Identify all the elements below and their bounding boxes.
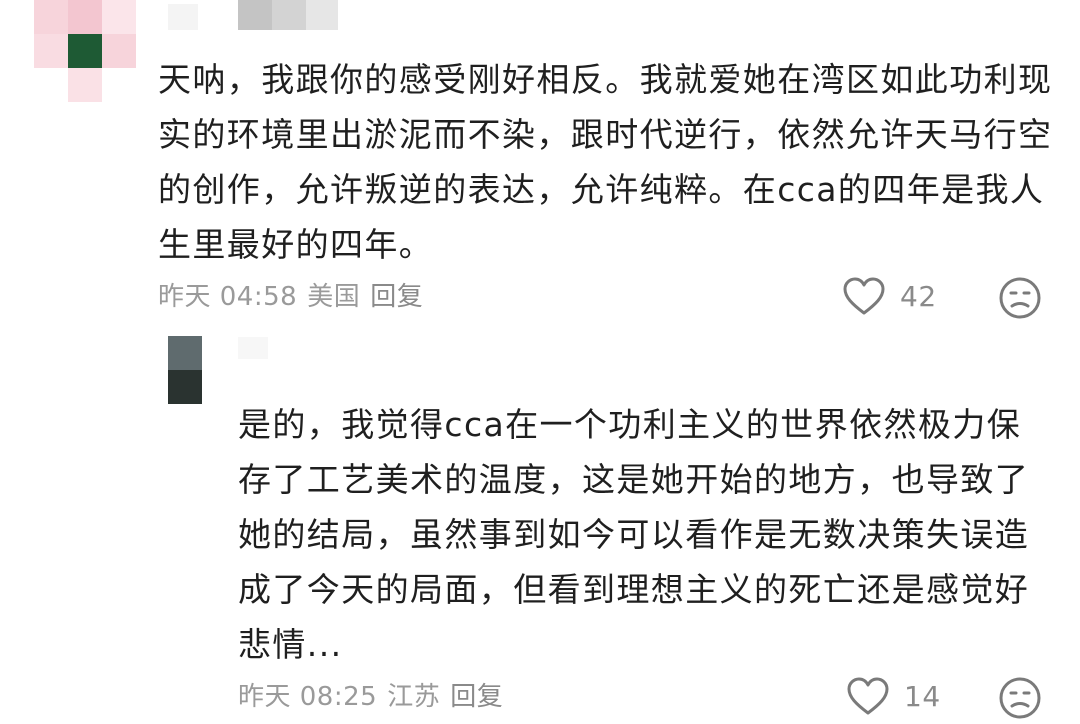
comment-location: 美国 — [307, 282, 361, 312]
comment-meta: 昨天 08:25 江苏 回复 — [238, 676, 503, 713]
avatar-pixel — [102, 34, 136, 68]
heart-outline-icon — [847, 677, 889, 715]
avatar[interactable] — [168, 336, 202, 404]
blur-block — [272, 0, 306, 30]
comment-text: 是的，我觉得cca在一个功利主义的世界依然极力保存了工艺美术的温度，这是她开始的… — [238, 405, 1030, 664]
reply-button[interactable]: 回复 — [450, 676, 503, 713]
avatar-pixel — [34, 0, 68, 34]
heart-outline-icon — [843, 277, 885, 315]
like-count: 14 — [904, 679, 941, 713]
reply-button[interactable]: 回复 — [370, 276, 423, 313]
blur-block — [238, 337, 268, 359]
avatar-pixel — [34, 34, 68, 68]
blur-block — [306, 0, 338, 30]
frown-face-icon — [999, 277, 1041, 319]
blur-block — [168, 4, 198, 30]
blur-block — [238, 0, 272, 30]
avatar-pixel — [168, 336, 202, 370]
comment-text: 天呐，我跟你的感受刚好相反。我就爱她在湾区如此功利现实的环境里出淤泥而不染，跟时… — [158, 60, 1053, 264]
comment-date: 昨天 08:25 — [238, 682, 378, 712]
avatar[interactable] — [34, 0, 136, 102]
like-button[interactable]: 42 — [842, 276, 937, 316]
dislike-button[interactable] — [998, 276, 1042, 324]
avatar-pixel — [168, 370, 202, 404]
avatar-pixel — [102, 0, 136, 34]
avatar-pixel — [68, 68, 102, 102]
comment-meta: 昨天 04:58 美国 回复 — [158, 276, 423, 313]
like-count: 42 — [900, 279, 937, 313]
avatar-pixel — [68, 0, 102, 34]
comment-location: 江苏 — [387, 682, 441, 712]
username-blurred[interactable] — [168, 0, 338, 30]
like-button[interactable]: 14 — [846, 676, 941, 716]
dislike-button[interactable] — [998, 676, 1042, 724]
avatar-pixel — [68, 34, 102, 68]
username-blurred[interactable] — [238, 337, 298, 359]
frown-face-icon — [999, 677, 1041, 719]
comment-date: 昨天 04:58 — [158, 282, 298, 312]
